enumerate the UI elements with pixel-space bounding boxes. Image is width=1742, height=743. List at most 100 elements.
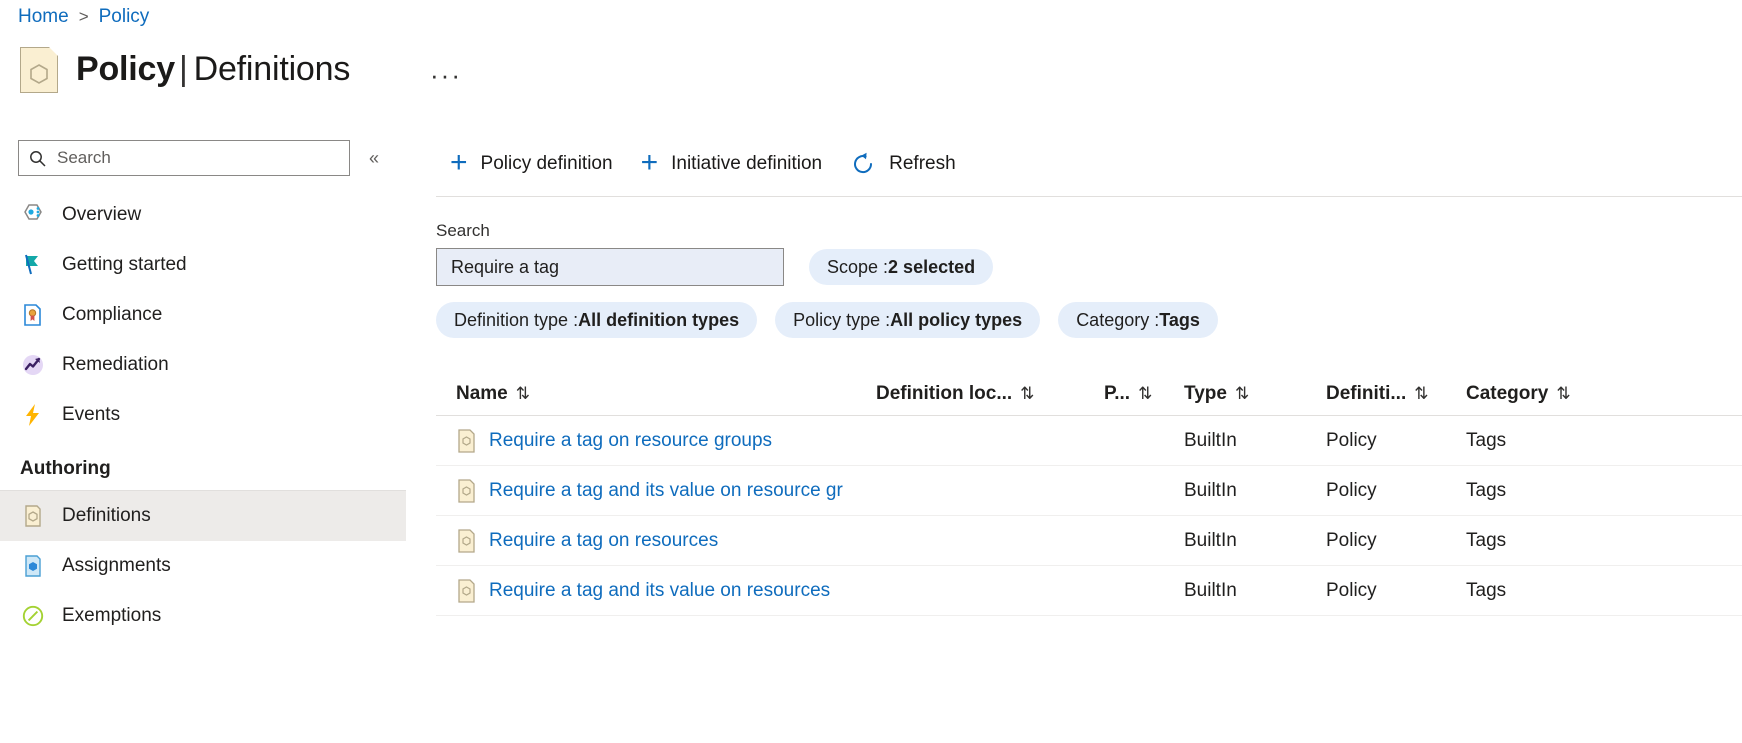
table-row[interactable]: Require a tag and its value on resource … bbox=[436, 466, 1742, 516]
row-definition-type: Policy bbox=[1326, 479, 1377, 501]
definitions-table: Name ⇅ Definition loc... ⇅ P... ⇅ Type ⇅… bbox=[436, 372, 1742, 616]
refresh-icon bbox=[854, 152, 873, 174]
sidebar-item-remediation[interactable]: Remediation bbox=[0, 340, 406, 390]
refresh-button[interactable]: Refresh bbox=[836, 144, 970, 184]
row-type: BuiltIn bbox=[1184, 579, 1237, 601]
page-title: Policy | Definitions bbox=[76, 50, 350, 89]
assignment-doc-icon bbox=[25, 555, 41, 577]
sidebar: « Overview Getting started bbox=[0, 140, 406, 641]
column-header-definition-location[interactable]: Definition loc... ⇅ bbox=[876, 383, 1104, 405]
compliance-doc-icon bbox=[24, 304, 41, 326]
filter-pill-scope-key: Scope : bbox=[827, 256, 889, 277]
sort-icon: ⇅ bbox=[1234, 383, 1250, 403]
definitions-search-box[interactable] bbox=[436, 248, 784, 286]
column-header-name[interactable]: Name ⇅ bbox=[436, 383, 876, 405]
sidebar-item-getting-started[interactable]: Getting started bbox=[0, 240, 406, 290]
row-category: Tags bbox=[1466, 579, 1507, 601]
table-header-row: Name ⇅ Definition loc... ⇅ P... ⇅ Type ⇅… bbox=[436, 372, 1742, 416]
page-title-divider: | bbox=[178, 50, 188, 89]
filter-pill-scope-value: 2 selected bbox=[888, 256, 976, 277]
row-name-link[interactable]: Require a tag on resource groups bbox=[489, 430, 772, 452]
sidebar-item-assignments[interactable]: Assignments bbox=[0, 541, 406, 591]
column-header-category-label: Category bbox=[1466, 382, 1549, 404]
definition-doc-icon bbox=[458, 528, 475, 553]
row-type: BuiltIn bbox=[1184, 479, 1237, 501]
sidebar-item-label: Overview bbox=[62, 204, 142, 225]
table-row[interactable]: Require a tag and its value on resources… bbox=[436, 566, 1742, 616]
sidebar-item-label: Definitions bbox=[62, 505, 151, 526]
policy-definition-icon bbox=[18, 45, 62, 95]
sidebar-item-label: Compliance bbox=[62, 304, 163, 325]
search-icon bbox=[30, 150, 46, 167]
definition-doc-icon bbox=[458, 578, 475, 603]
sidebar-nav-list: Overview Getting started Compliance Reme… bbox=[0, 190, 406, 641]
add-initiative-definition-button[interactable]: + Initiative definition bbox=[627, 144, 837, 184]
row-name-link[interactable]: Require a tag and its value on resource … bbox=[489, 480, 843, 502]
add-policy-definition-label: Policy definition bbox=[480, 153, 613, 174]
plus-icon: + bbox=[450, 145, 468, 179]
sidebar-item-label: Getting started bbox=[62, 254, 187, 275]
column-header-name-label: Name bbox=[456, 382, 508, 404]
sidebar-item-exemptions[interactable]: Exemptions bbox=[0, 591, 406, 641]
sidebar-item-compliance[interactable]: Compliance bbox=[0, 290, 406, 340]
definition-doc-icon bbox=[458, 478, 475, 503]
table-row[interactable]: Require a tag on resources BuiltIn Polic… bbox=[436, 516, 1742, 566]
column-header-policies[interactable]: P... ⇅ bbox=[1104, 383, 1184, 405]
breadcrumb: Home > Policy bbox=[18, 6, 149, 28]
filter-pill-category[interactable]: Category : Tags bbox=[1058, 302, 1218, 338]
sort-icon: ⇅ bbox=[1020, 383, 1035, 403]
sidebar-item-label: Exemptions bbox=[62, 605, 162, 626]
table-row[interactable]: Require a tag on resource groups BuiltIn… bbox=[436, 416, 1742, 466]
row-category: Tags bbox=[1466, 479, 1507, 501]
sidebar-item-overview[interactable]: Overview bbox=[0, 190, 406, 240]
refresh-label: Refresh bbox=[889, 153, 956, 174]
definition-doc-icon bbox=[25, 505, 41, 527]
more-options-button[interactable]: ··· bbox=[424, 58, 468, 92]
filter-pill-definition-type[interactable]: Definition type : All definition types bbox=[436, 302, 758, 338]
row-name-link[interactable]: Require a tag on resources bbox=[489, 530, 718, 552]
definitions-search-input[interactable] bbox=[449, 255, 771, 279]
lightning-bolt-icon bbox=[26, 404, 39, 426]
sidebar-item-definitions[interactable]: Definitions bbox=[0, 491, 406, 541]
column-header-policies-label: P... bbox=[1104, 382, 1131, 404]
row-category: Tags bbox=[1466, 429, 1507, 451]
filter-pill-policy-type[interactable]: Policy type : All policy types bbox=[775, 302, 1041, 338]
sidebar-item-label: Remediation bbox=[62, 354, 169, 375]
page-header: Policy | Definitions bbox=[18, 45, 350, 95]
row-definition-type: Policy bbox=[1326, 579, 1377, 601]
flag-icon bbox=[25, 254, 38, 275]
command-bar: + Policy definition + Initiative definit… bbox=[436, 136, 1742, 192]
add-policy-definition-button[interactable]: + Policy definition bbox=[436, 144, 627, 184]
breadcrumb-home[interactable]: Home bbox=[18, 6, 69, 28]
sidebar-search-input[interactable] bbox=[55, 147, 339, 169]
filter-pill-definition-type-key: Definition type : bbox=[454, 309, 579, 330]
column-header-category[interactable]: Category ⇅ bbox=[1466, 383, 1606, 405]
breadcrumb-policy[interactable]: Policy bbox=[99, 6, 150, 28]
search-field-label: Search bbox=[436, 221, 490, 240]
hexagon-glyph bbox=[30, 64, 48, 84]
row-definition-type: Policy bbox=[1326, 529, 1377, 551]
column-header-type[interactable]: Type ⇅ bbox=[1184, 383, 1326, 405]
sort-icon: ⇅ bbox=[515, 383, 530, 403]
definition-doc-icon bbox=[458, 428, 475, 453]
sidebar-item-label: Events bbox=[62, 404, 121, 425]
row-type: BuiltIn bbox=[1184, 429, 1237, 451]
add-initiative-definition-label: Initiative definition bbox=[671, 153, 823, 174]
policy-definitions-page: Home > Policy Policy | Definitions ··· S… bbox=[0, 0, 1742, 743]
breadcrumb-separator-icon: > bbox=[78, 7, 89, 26]
column-header-definition-type[interactable]: Definiti... ⇅ bbox=[1326, 383, 1466, 405]
sidebar-search-box[interactable] bbox=[18, 140, 350, 176]
filter-pill-definition-type-value: All definition types bbox=[578, 309, 740, 330]
collapse-sidebar-button[interactable]: « bbox=[364, 145, 384, 171]
remediation-chart-icon bbox=[23, 355, 43, 375]
sort-icon: ⇅ bbox=[1414, 383, 1429, 403]
row-definition-type: Policy bbox=[1326, 429, 1377, 451]
sidebar-item-events[interactable]: Events bbox=[0, 390, 406, 440]
row-name-cell: Require a tag on resources bbox=[436, 528, 876, 554]
sort-icon: ⇅ bbox=[1556, 383, 1571, 403]
main-content: + Policy definition + Initiative definit… bbox=[436, 136, 1742, 616]
page-title-service: Policy bbox=[76, 50, 175, 89]
command-bar-divider bbox=[436, 196, 1742, 197]
filter-pill-scope[interactable]: Scope : 2 selected bbox=[809, 249, 994, 285]
row-name-link[interactable]: Require a tag and its value on resources bbox=[489, 580, 830, 602]
